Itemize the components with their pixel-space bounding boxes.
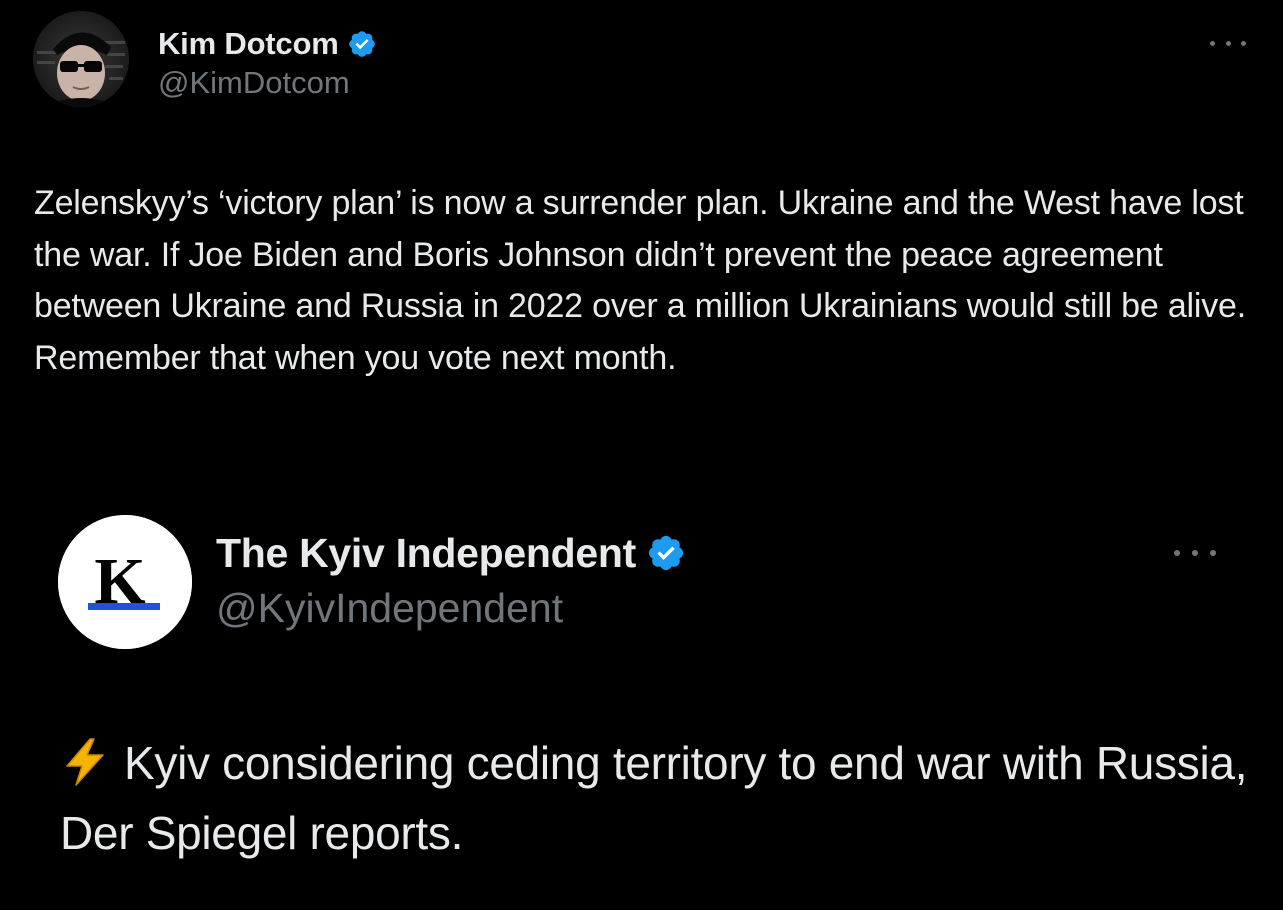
verified-badge-icon: [348, 31, 375, 57]
more-options-button[interactable]: [1210, 34, 1246, 52]
verified-badge-icon: [648, 535, 684, 571]
quoted-tweet-body: Kyiv considering ceding territory to end…: [60, 737, 1248, 859]
tweet-card: Kim Dotcom @KimDotcom Zelenskyy’s ‘victo…: [0, 0, 1283, 910]
quoted-more-options-button[interactable]: [1174, 545, 1216, 561]
more-dots-icon: [1210, 40, 1215, 46]
quoted-author-handle[interactable]: @KyivIndependent: [216, 585, 563, 632]
tweet-text: Zelenskyy’s ‘victory plan’ is now a surr…: [34, 184, 1247, 377]
quoted-tweet-text: Kyiv considering ceding territory to end…: [60, 728, 1250, 868]
author-handle[interactable]: @KimDotcom: [158, 65, 350, 101]
quoted-author-avatar[interactable]: K: [58, 515, 192, 649]
author-name[interactable]: Kim Dotcom: [158, 26, 339, 62]
quoted-author-name[interactable]: The Kyiv Independent: [216, 530, 636, 577]
author-avatar[interactable]: [33, 11, 129, 107]
avatar-photo-icon: [33, 11, 129, 107]
more-dots-icon: [1174, 550, 1180, 556]
kyiv-independent-logo-icon: K: [58, 515, 192, 649]
author-name-row: Kim Dotcom: [158, 24, 377, 64]
quoted-author-name-row: The Kyiv Independent: [216, 528, 686, 578]
lightning-bolt-icon: [66, 738, 104, 786]
